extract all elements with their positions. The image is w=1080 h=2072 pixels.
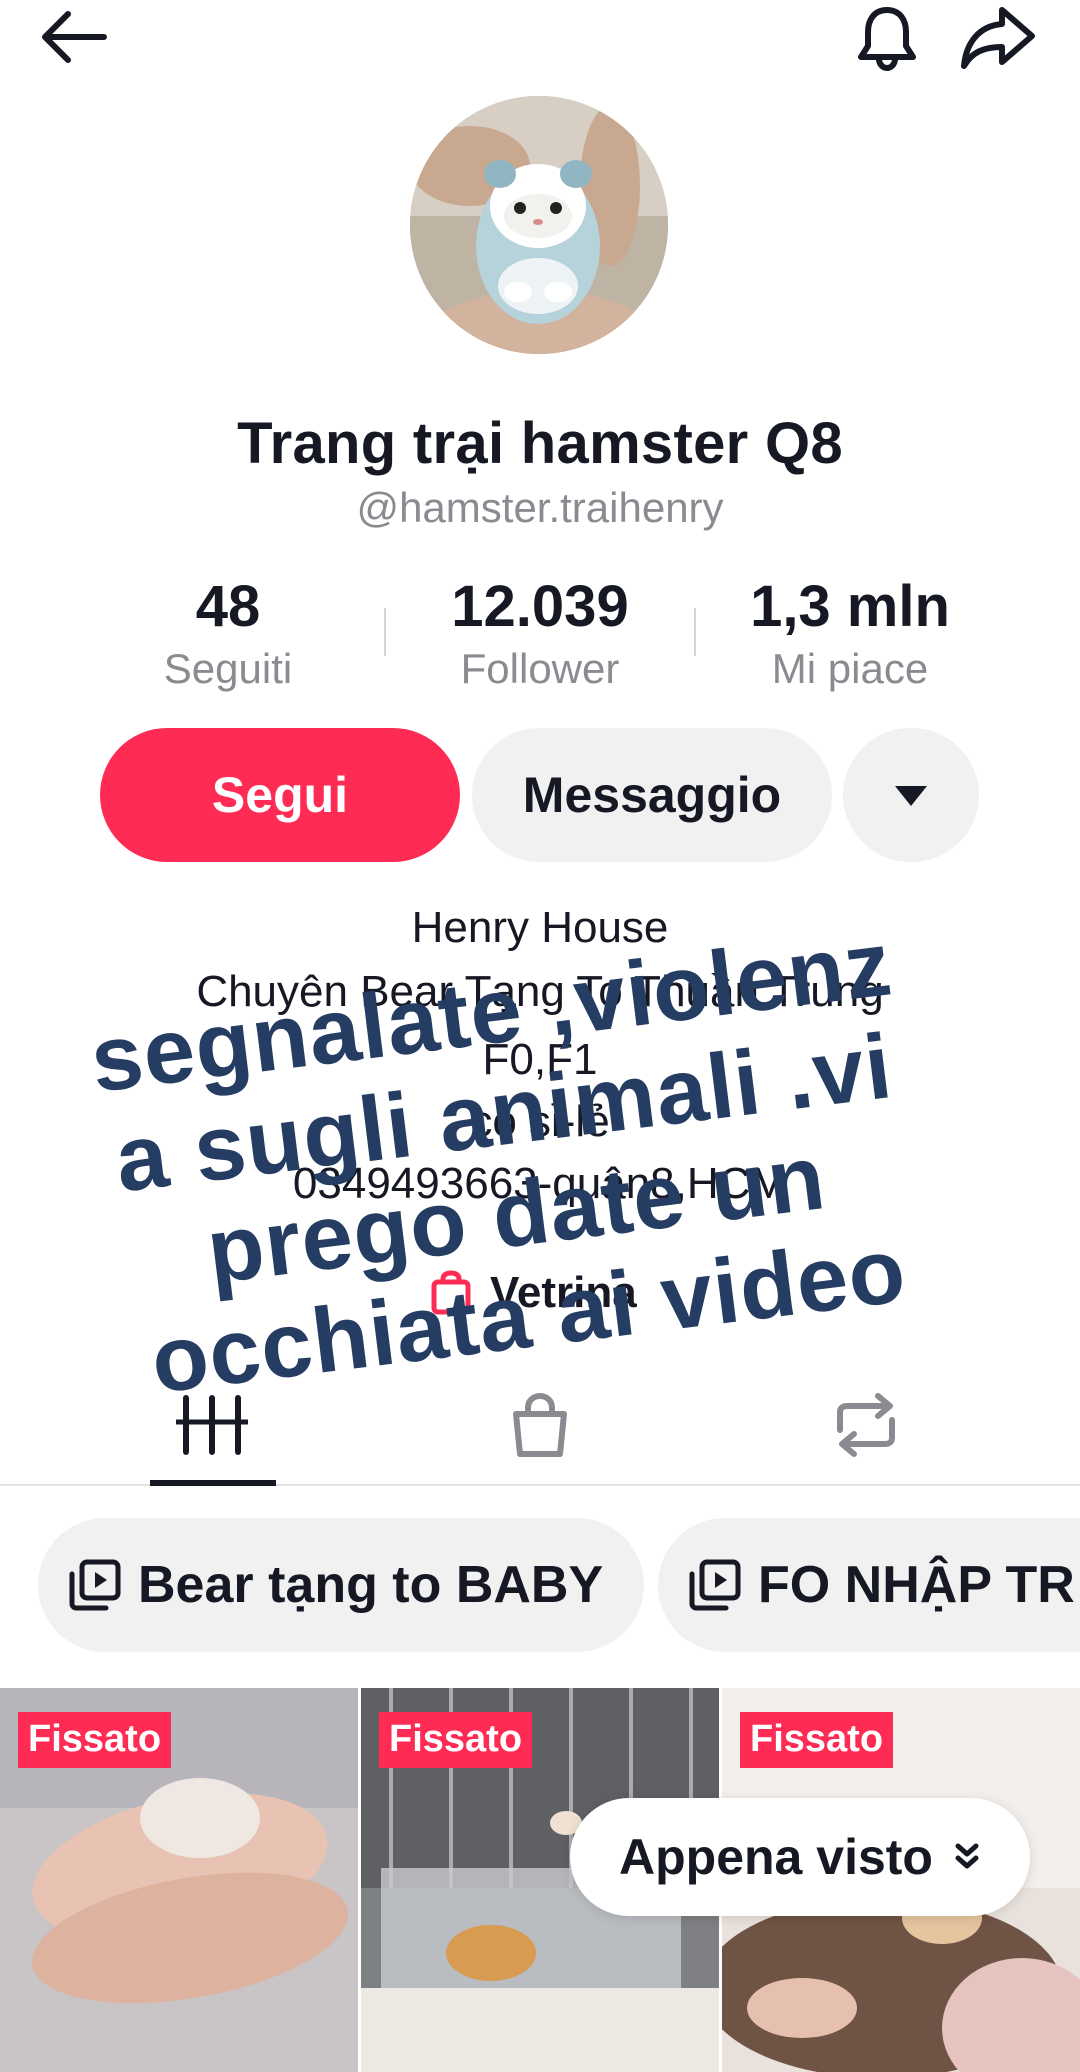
- bio-line: 0349493663-quận8,HCM: [292, 1159, 788, 1208]
- shop-bag-icon: [431, 1270, 471, 1315]
- storefront-link[interactable]: Vetrina: [430, 1262, 637, 1324]
- pinned-badge: Fissato: [740, 1712, 894, 1768]
- pinned-badge: Fissato: [18, 1712, 172, 1768]
- top-bar: [0, 0, 1080, 80]
- caret-down-icon: [895, 786, 927, 806]
- followers-count: 12.039: [451, 574, 629, 639]
- back-arrow-icon[interactable]: [38, 8, 108, 66]
- bell-icon[interactable]: [852, 2, 922, 72]
- share-icon[interactable]: [958, 4, 1038, 70]
- stat-followers[interactable]: 12.039 Follower: [390, 570, 690, 694]
- stat-divider: [694, 608, 696, 656]
- videos-grid-icon[interactable]: [172, 1390, 252, 1460]
- likes-label: Mi piace: [771, 645, 929, 692]
- profile-handle: @hamster.traihenry: [356, 484, 724, 531]
- profile-tabs: [0, 1370, 1080, 1486]
- bio-line: F0,F1: [482, 1035, 598, 1084]
- stat-divider: [384, 608, 386, 656]
- following-count: 48: [195, 574, 261, 639]
- active-tab-indicator: [150, 1480, 276, 1486]
- playlist-row: Bear tạng to BABY FO NHẬP TR: [0, 1518, 1080, 1654]
- playlist-chip[interactable]: Bear tạng to BABY: [38, 1518, 644, 1652]
- repost-icon[interactable]: [826, 1390, 906, 1460]
- followers-label: Follower: [460, 645, 620, 692]
- storefront-label: Vetrina: [490, 1268, 637, 1317]
- stat-following[interactable]: 48 Seguiti: [78, 570, 378, 694]
- profile-name: Trang trại hamster Q8: [237, 411, 843, 476]
- stat-likes[interactable]: 1,3 mln Mi piace: [700, 570, 1000, 694]
- playlist-chip[interactable]: FO NHẬP TR: [658, 1518, 1080, 1652]
- shop-bag-icon[interactable]: [500, 1390, 580, 1460]
- following-label: Seguiti: [163, 645, 293, 692]
- playlist-label: FO NHẬP TR: [758, 1556, 1075, 1614]
- playlist-icon: [69, 1559, 121, 1611]
- recently-watched-button[interactable]: Appena visto: [570, 1798, 1030, 1916]
- avatar[interactable]: [410, 96, 668, 354]
- playlist-icon: [689, 1559, 741, 1611]
- bio-line: có sỉ-lẻ: [470, 1097, 610, 1146]
- playlist-label: Bear tạng to BABY: [138, 1556, 604, 1614]
- likes-count: 1,3 mln: [750, 574, 950, 639]
- avatar-image: [410, 96, 668, 354]
- bio-line: Henry House: [411, 903, 669, 952]
- video-thumbnail[interactable]: Fissato: [0, 1688, 358, 2072]
- follow-button[interactable]: Segui: [100, 728, 460, 862]
- chevron-double-down-icon: [955, 1843, 979, 1869]
- bio-line: Chuyên Bear Tạng To Thuần Trung: [196, 967, 884, 1016]
- recently-watched-label: Appena visto: [619, 1829, 933, 1885]
- message-button[interactable]: Messaggio: [472, 728, 832, 862]
- suggested-accounts-button[interactable]: [843, 728, 979, 862]
- pinned-badge: Fissato: [379, 1712, 533, 1768]
